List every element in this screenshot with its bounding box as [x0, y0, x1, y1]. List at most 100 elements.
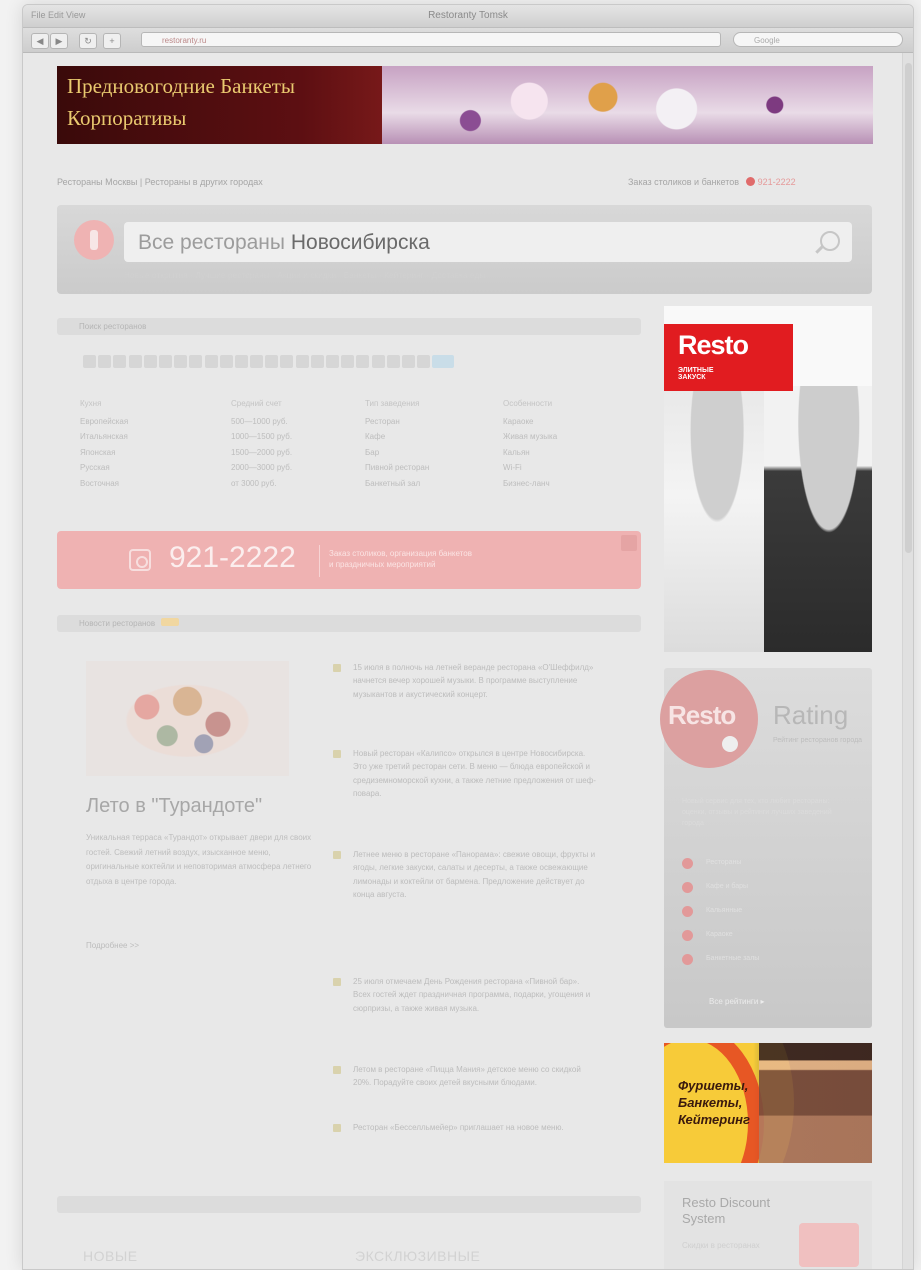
filter-option[interactable]: Восточная: [80, 476, 128, 492]
alphabet-letter[interactable]: [432, 355, 455, 368]
filter-option[interactable]: Русская: [80, 460, 128, 476]
filter-option[interactable]: от 3000 руб.: [231, 476, 292, 492]
news-item[interactable]: 15 июля в полночь на летней веранде рест…: [333, 661, 598, 701]
alphabet-letter[interactable]: [189, 355, 203, 368]
alphabet-letter[interactable]: [356, 355, 370, 368]
alphabet-letter[interactable]: [83, 355, 96, 368]
alphabet-letter[interactable]: [250, 355, 264, 368]
ad-line: Банкеты,: [678, 1095, 743, 1110]
scrollbar-thumb[interactable]: [905, 63, 912, 553]
bullet-icon: [682, 882, 693, 893]
alphabet-letter[interactable]: [158, 355, 172, 368]
filter-option[interactable]: Европейская: [80, 414, 128, 430]
filter-option[interactable]: Кафе: [365, 429, 429, 445]
resto-rating-widget: Resto Rating Рейтинг ресторанов города Н…: [660, 668, 872, 1028]
alphabet-letter[interactable]: [143, 355, 157, 368]
ad-line: Фуршеты,: [678, 1078, 749, 1093]
news-photo[interactable]: [86, 661, 289, 776]
filter-option[interactable]: Бизнес-ланч: [503, 476, 557, 492]
bottom-panel-header: [57, 1196, 641, 1213]
alphabet-letter[interactable]: [280, 355, 294, 368]
news-item[interactable]: Летом в ресторане «Пицца Мания» детское …: [333, 1063, 598, 1090]
alphabet-letter[interactable]: [265, 355, 279, 368]
rating-item[interactable]: Банкетные залы: [682, 954, 759, 965]
filter-option[interactable]: 1000—1500 руб.: [231, 429, 292, 445]
phone-banner[interactable]: 921-2222 Заказ столиков, организация бан…: [57, 531, 641, 589]
news-feature-title[interactable]: Лето в "Турандоте": [86, 795, 262, 818]
news-item[interactable]: Ресторан «Бесселльмейер» приглашает на н…: [333, 1121, 598, 1134]
rating-item[interactable]: Рестораны: [682, 858, 741, 869]
filter-option[interactable]: 500—1000 руб.: [231, 414, 292, 430]
filter-price: Средний счет 500—1000 руб. 1000—1500 руб…: [231, 396, 292, 491]
filter-option[interactable]: Караоке: [503, 414, 557, 430]
alphabet-letter[interactable]: [219, 355, 233, 368]
footer-tab-exclusive[interactable]: ЭКСКЛЮЗИВНЫЕ: [355, 1248, 480, 1264]
alphabet-letter[interactable]: [128, 355, 142, 368]
news-item[interactable]: Летнее меню в ресторане «Панорама»: свеж…: [333, 848, 598, 901]
filter-option[interactable]: Банкетный зал: [365, 476, 429, 492]
news-more-link[interactable]: Подробнее >>: [86, 941, 139, 950]
filter-option[interactable]: Пивной ресторан: [365, 460, 429, 476]
rating-item[interactable]: Караоке: [682, 930, 733, 941]
add-tab-button[interactable]: +: [103, 33, 121, 49]
restaurant-search: Все рестораны Новосибирска Новые открыти…: [57, 205, 872, 294]
alphabet-letter[interactable]: [295, 355, 309, 368]
forward-button[interactable]: ▶: [50, 33, 68, 49]
filter-option[interactable]: Ресторан: [365, 414, 429, 430]
filter-option[interactable]: Кальян: [503, 445, 557, 461]
alphabet-letter[interactable]: [98, 355, 112, 368]
knob-icon: [720, 734, 740, 754]
chef-photo: [764, 386, 872, 652]
search-input[interactable]: Все рестораны Новосибирска: [124, 222, 852, 262]
alphabet-letter[interactable]: [371, 355, 385, 368]
alphabet-letter[interactable]: [341, 355, 355, 368]
alphabet-letter[interactable]: [174, 355, 188, 368]
search-placeholder: Все рестораны Новосибирска: [138, 231, 430, 254]
url-bar[interactable]: restoranty.ru: [141, 32, 721, 47]
scrollbar[interactable]: [902, 53, 913, 1269]
browser-search-input[interactable]: Google: [733, 32, 903, 47]
top-banner[interactable]: Предновогодние Банкеты Корпоративы: [57, 66, 873, 144]
alphabet-letter[interactable]: [113, 355, 127, 368]
back-button[interactable]: ◀: [31, 33, 49, 49]
filter-cuisine: Кухня Европейская Итальянская Японская Р…: [80, 396, 128, 491]
catering-ad[interactable]: Фуршеты, Банкеты, Кейтеринг: [664, 1043, 872, 1163]
site-logo-icon[interactable]: [74, 220, 114, 260]
rating-item[interactable]: Кафе и бары: [682, 882, 748, 893]
rating-more-link[interactable]: Все рейтинги ▸: [709, 997, 765, 1006]
bullet-icon: [333, 750, 341, 758]
alphabet-letter[interactable]: [401, 355, 415, 368]
city-links[interactable]: Рестораны Москвы | Рестораны в других го…: [57, 177, 263, 187]
alphabet-letter[interactable]: [234, 355, 248, 368]
filter-option[interactable]: Японская: [80, 445, 128, 461]
search-icon[interactable]: [820, 231, 840, 251]
search-quick-links[interactable]: Новые открытия · Лучшие рестораны · Акци…: [124, 271, 485, 280]
resto-ad[interactable]: Resto ЭЛИТНЫЕ ЗАКУСК: [664, 306, 872, 652]
alphabet-letter[interactable]: [310, 355, 324, 368]
news-item[interactable]: Новый ресторан «Калипсо» открылся в цент…: [333, 747, 598, 800]
browser-window: File Edit View Restoranty Tomsk ◀ ▶ ↻ + …: [22, 4, 914, 1270]
resto-logo: Resto ЭЛИТНЫЕ ЗАКУСК: [664, 324, 793, 391]
alphabet-letter[interactable]: [326, 355, 339, 368]
banner-subtitle: Корпоративы: [67, 106, 187, 130]
rating-item[interactable]: Кальянные: [682, 906, 742, 917]
filter-option[interactable]: Wi-Fi: [503, 460, 557, 476]
booking-text[interactable]: Заказ столиков и банкетов 921-2222: [628, 177, 796, 187]
filter-option[interactable]: Итальянская: [80, 429, 128, 445]
alphabet-letter[interactable]: [386, 355, 400, 368]
alphabet-index: [83, 355, 623, 369]
discount-card-icon: [799, 1223, 859, 1267]
reload-button[interactable]: ↻: [79, 33, 97, 49]
news-item[interactable]: 25 июля отмечаем День Рождения ресторана…: [333, 975, 598, 1015]
banner-title: Предновогодние Банкеты: [67, 74, 296, 98]
bullet-icon: [333, 851, 341, 859]
filter-option[interactable]: Живая музыка: [503, 429, 557, 445]
filter-option[interactable]: Бар: [365, 445, 429, 461]
footer-tab-new[interactable]: НОВЫЕ: [83, 1248, 138, 1264]
filter-option[interactable]: 1500—2000 руб.: [231, 445, 292, 461]
discount-system-widget[interactable]: Resto Discount System Скидки в ресторана…: [664, 1181, 872, 1269]
alphabet-letter[interactable]: [204, 355, 218, 368]
alphabet-letter[interactable]: [417, 355, 431, 368]
bullet-icon: [682, 906, 693, 917]
filter-option[interactable]: 2000—3000 руб.: [231, 460, 292, 476]
